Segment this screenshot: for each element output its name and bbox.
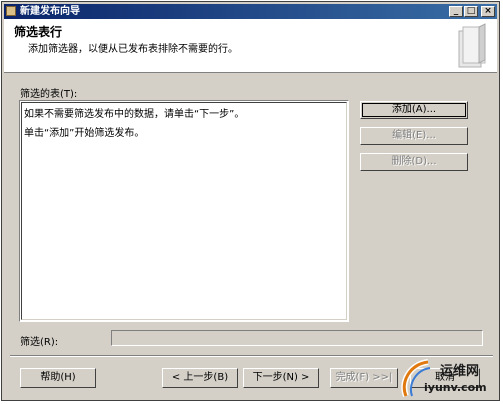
watermark-site: iyunv.com — [424, 381, 487, 394]
list-item: 如果不需要筛选发布中的数据，请单击“下一步”。 — [24, 109, 245, 120]
close-icon[interactable]: × — [481, 6, 495, 17]
next-button[interactable]: 下一步(N) > — [243, 368, 319, 388]
edit-button[interactable]: 编辑(E)... — [360, 127, 468, 145]
filter-field — [111, 330, 483, 346]
finish-button[interactable]: 完成(F) >>| — [330, 368, 398, 388]
page-description: 添加筛选器，以便从已发布表排除不需要的行。 — [28, 44, 238, 55]
app-icon — [6, 6, 16, 16]
minimize-icon[interactable]: _ — [449, 6, 463, 17]
watermark-brand: 运维网 — [440, 364, 480, 379]
help-button[interactable]: 帮助(H) — [20, 368, 96, 388]
wizard-graphic-icon — [458, 23, 486, 68]
page-title: 筛选表行 — [14, 25, 63, 39]
wizard-header: 筛选表行 添加筛选器，以便从已发布表排除不需要的行。 — [4, 19, 497, 73]
title-bar[interactable]: 新建发布向导 _ □ × — [4, 4, 497, 19]
delete-button[interactable]: 删除(D)... — [360, 153, 468, 171]
window-title: 新建发布向导 — [20, 6, 80, 17]
filter-label: 筛选(R): — [20, 337, 59, 348]
filtered-tables-list[interactable]: 如果不需要筛选发布中的数据，请单击“下一步”。 单击“添加”开始筛选发布。 — [19, 100, 349, 322]
back-button[interactable]: < 上一步(B) — [162, 368, 238, 388]
maximize-icon[interactable]: □ — [464, 6, 478, 17]
filtered-tables-label: 筛选的表(T): — [20, 89, 78, 100]
list-item: 单击“添加”开始筛选发布。 — [24, 128, 145, 139]
add-button[interactable]: 添加(A)... — [360, 101, 468, 119]
